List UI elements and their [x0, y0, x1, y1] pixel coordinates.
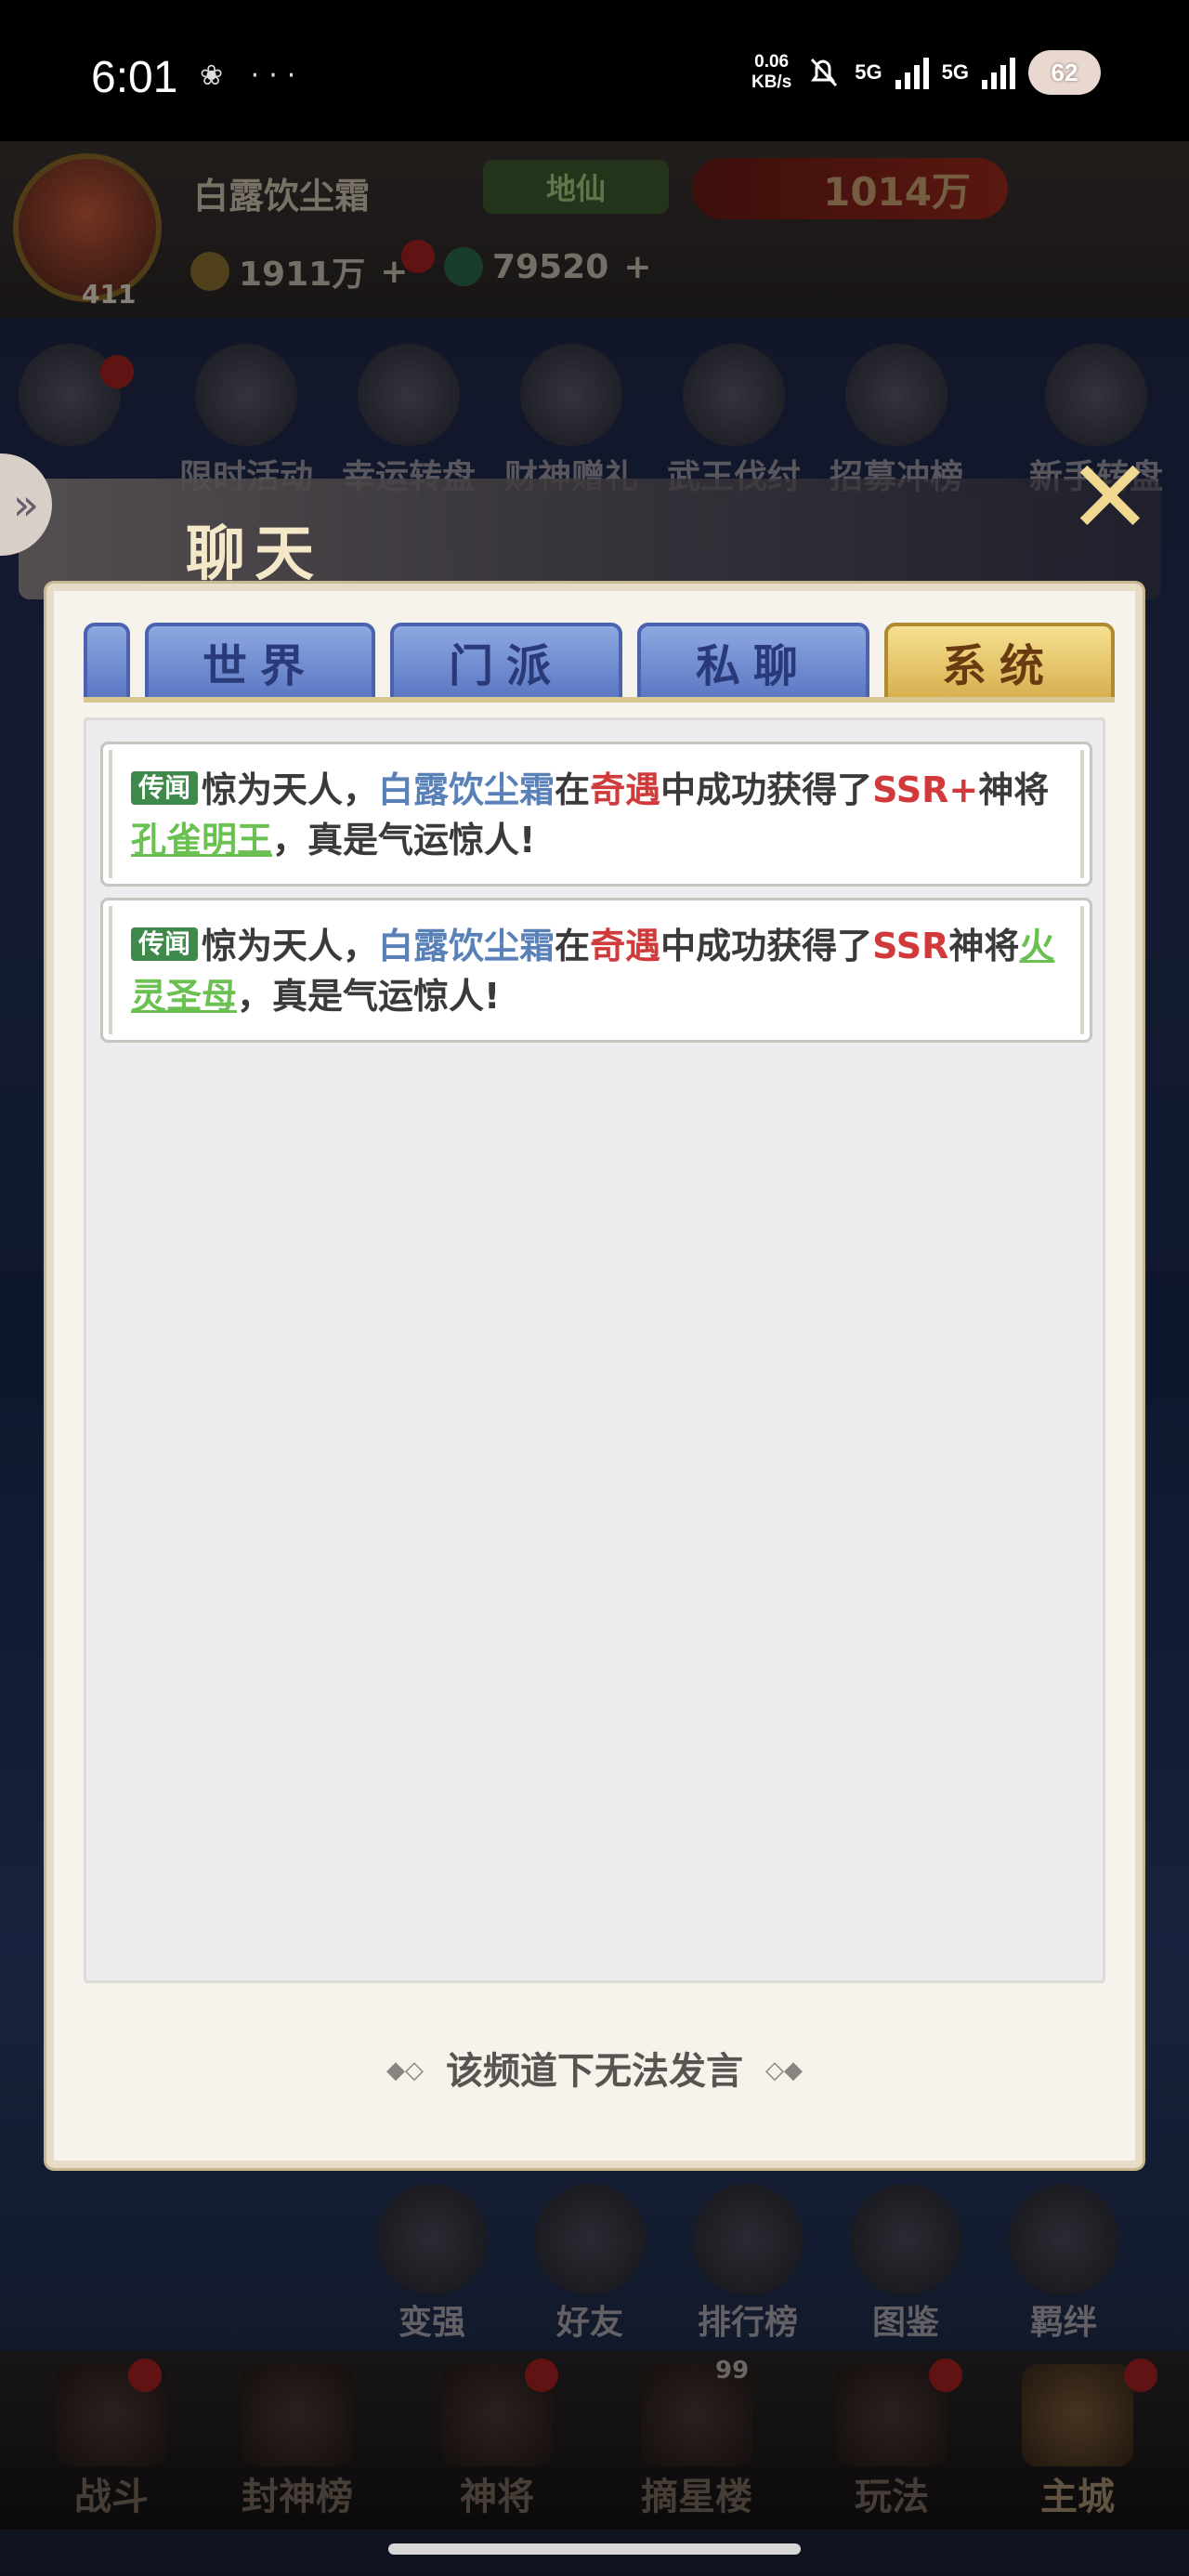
diamond-deco-icon: ◆◇: [386, 2057, 424, 2084]
tab-scroll-left[interactable]: [84, 623, 130, 701]
network-type-1: 5G: [855, 60, 882, 84]
cannot-speak-note: ◆◇ 该频道下无法发言 ◇◆: [0, 2041, 1189, 2095]
message-text: 中成功获得了: [660, 769, 873, 810]
status-right: 0.06 KB/s 5G 5G 62: [751, 50, 1101, 95]
message-text: 在: [555, 769, 591, 810]
message-text: 惊为天人，: [202, 769, 379, 810]
status-time: 6:01: [91, 53, 178, 102]
network-speed: 0.06 KB/s: [751, 52, 791, 93]
signal-icon: [895, 56, 929, 89]
rarity-text: SSR: [872, 926, 949, 966]
rumor-tag: 传闻: [131, 771, 199, 805]
tab-world[interactable]: 世界: [145, 623, 375, 701]
system-message: 传闻 惊为天人，白露饮尘霜在奇遇中成功获得了SSR+神将孔雀明王，真是气运惊人!: [100, 742, 1092, 887]
hero-link[interactable]: 孔雀明王: [131, 820, 272, 861]
tab-sect[interactable]: 门派: [390, 623, 622, 701]
message-text: 中成功获得了: [660, 926, 873, 966]
player-link[interactable]: 白露饮尘霜: [378, 769, 555, 810]
tab-divider: [84, 697, 1115, 703]
mute-icon: [811, 58, 838, 87]
home-indicator[interactable]: [388, 2543, 801, 2555]
player-link[interactable]: 白露饮尘霜: [378, 926, 555, 966]
status-bar: 6:01 ❀ ··· 0.06 KB/s 5G 5G 62: [0, 0, 1189, 141]
tab-private[interactable]: 私聊: [637, 623, 869, 701]
cannot-speak-text: 该频道下无法发言: [446, 2050, 743, 2093]
message-text: ，真是气运惊人!: [237, 976, 501, 1017]
source-text: 奇遇: [590, 926, 661, 966]
rumor-tag: 传闻: [131, 927, 199, 961]
message-text: ，真是气运惊人!: [272, 820, 536, 861]
message-text: 惊为天人，: [202, 926, 379, 966]
rarity-text: SSR+: [872, 769, 979, 810]
chat-title: 聊天: [186, 519, 323, 589]
close-button[interactable]: ✕: [1059, 446, 1161, 553]
network-type-2: 5G: [941, 60, 969, 84]
message-text: 在: [555, 926, 591, 966]
network-speed-value: 0.06: [754, 52, 790, 72]
network-speed-unit: KB/s: [751, 72, 792, 92]
diamond-deco-icon: ◇◆: [765, 2057, 803, 2084]
signal-icon: [982, 56, 1015, 89]
message-text: 神将: [978, 769, 1050, 810]
battery-indicator: 62: [1028, 50, 1101, 95]
source-text: 奇遇: [590, 769, 661, 810]
system-message: 传闻 惊为天人，白露饮尘霜在奇遇中成功获得了SSR神将火灵圣母，真是气运惊人!: [100, 898, 1092, 1043]
message-text: 神将: [948, 926, 1020, 966]
notification-icons: ❀ ···: [200, 59, 306, 92]
tab-system[interactable]: 系统: [884, 623, 1115, 701]
